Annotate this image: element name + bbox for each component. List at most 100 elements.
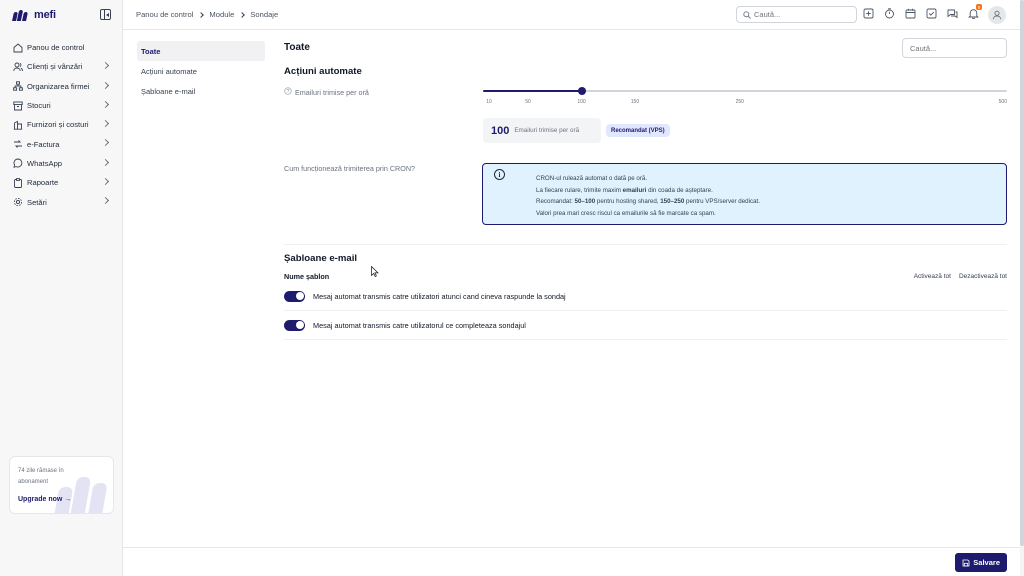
cron-help-label: Cum funcționează trimiterea prin CRON? — [284, 164, 416, 173]
calendar-icon[interactable] — [905, 8, 916, 19]
invoice-icon — [13, 139, 23, 149]
collapse-sidebar-icon[interactable] — [100, 9, 111, 20]
chat-icon — [13, 158, 23, 169]
help-circle-icon[interactable] — [284, 87, 292, 97]
sidebar-item-label: Panou de control — [27, 43, 85, 53]
breadcrumb-item[interactable]: Module — [209, 10, 234, 19]
breadcrumb-item[interactable]: Panou de control — [136, 10, 193, 19]
global-search[interactable] — [736, 6, 857, 23]
section-nav-sabloane-email[interactable]: Șabloane e-mail — [137, 81, 265, 101]
template-toggle[interactable] — [284, 290, 305, 302]
sidebar-item-clienti[interactable]: Clienți și vânzări — [0, 57, 122, 76]
info-line: La fiecare rulare, trimite maxim emailur… — [536, 186, 713, 194]
info-line: Recomandat: 50–100 pentru hosting shared… — [536, 198, 760, 206]
sidebar: mefi Panou de control Clienți și vânzări… — [0, 0, 123, 576]
recommended-badge: Recomandat (VPS) — [606, 124, 670, 137]
template-row: Mesaj automat transmis catre utilizatori… — [284, 282, 1007, 311]
scrollbar-thumb[interactable] — [1020, 0, 1024, 546]
breadcrumb-item-current: Sondaje — [250, 10, 279, 19]
slider-value: 100 — [491, 124, 510, 137]
logo-text: mefi — [34, 9, 56, 21]
slider-tick-label: 50 — [525, 99, 531, 105]
page-scrollbar[interactable] — [1020, 0, 1024, 576]
sidebar-item-label: Rapoarte — [27, 178, 59, 188]
sidebar-item-stocuri[interactable]: Stocuri — [0, 96, 122, 115]
emails-per-hour-slider[interactable] — [483, 87, 1007, 95]
section-nav-toate[interactable]: Toate — [137, 41, 265, 61]
bell-icon[interactable]: 0 — [968, 4, 982, 19]
slider-tick-label: 150 — [630, 99, 640, 105]
content-search[interactable] — [902, 38, 1007, 58]
chevron-right-icon — [198, 11, 205, 18]
home-icon — [13, 43, 23, 53]
slider-fill — [483, 90, 582, 92]
global-search-input[interactable] — [754, 10, 854, 19]
template-row: Mesaj automat transmis catre utilizatoru… — [284, 311, 1007, 340]
upgrade-link[interactable]: Upgrade now → — [18, 496, 71, 503]
chevron-right-icon — [101, 62, 110, 70]
subscription-days-text: 74 zile rămase în abonament — [18, 468, 64, 485]
subscription-promo-card: 74 zile rămase în abonament Upgrade now … — [9, 456, 114, 514]
section-nav-actiuni-automate[interactable]: Acțiuni automate — [137, 61, 265, 81]
checkbox-icon[interactable] — [926, 8, 937, 19]
sidebar-item-rapoarte[interactable]: Rapoarte — [0, 173, 122, 192]
info-line: Valori prea mari cresc riscul ca emailur… — [536, 210, 716, 218]
messages-icon[interactable] — [947, 8, 958, 19]
notification-badge: 0 — [976, 4, 982, 10]
upgrade-link-label: Upgrade now — [18, 496, 63, 503]
save-icon — [962, 559, 970, 566]
org-chart-icon — [13, 81, 23, 91]
logo-mark-icon — [12, 9, 31, 21]
slider-value-display: 100 Emailuri trimise per oră — [483, 118, 601, 143]
sidebar-item-whatsapp[interactable]: WhatsApp — [0, 154, 122, 173]
sidebar-item-panou-de-control[interactable]: Panou de control — [0, 38, 122, 57]
template-name: Mesaj automat transmis catre utilizatori… — [313, 291, 566, 301]
sidebar-item-label: Organizarea firmei — [27, 81, 90, 91]
sidebar-nav: Panou de control Clienți și vânzări Orga… — [0, 38, 122, 212]
sidebar-item-label: Clienți și vânzări — [27, 62, 83, 72]
slider-tick-labels: 10 50 100 150 250 500 — [483, 99, 1007, 107]
breadcrumb: Panou de control Module Sondaje — [136, 10, 278, 19]
deactivate-all-button[interactable]: Dezactivează tot — [959, 273, 1007, 280]
chevron-right-icon — [101, 158, 110, 166]
activate-all-button[interactable]: Activează tot — [914, 273, 951, 280]
user-icon — [992, 10, 1002, 20]
emails-per-hour-label-text: Emailuri trimise per oră — [295, 87, 369, 97]
building-icon — [13, 120, 23, 130]
bulk-actions: Activează tot Dezactivează tot — [914, 273, 1007, 280]
info-icon: i — [494, 169, 505, 180]
timer-icon[interactable] — [884, 8, 895, 19]
chevron-right-icon — [101, 100, 110, 108]
add-icon[interactable] — [863, 8, 874, 19]
emails-per-hour-label: Emailuri trimise per oră — [284, 87, 369, 97]
sidebar-item-e-factura[interactable]: e-Factura — [0, 134, 122, 153]
info-line: CRON-ul rulează automat o dată pe oră. — [536, 175, 648, 182]
sidebar-item-organizarea-firmei[interactable]: Organizarea firmei — [0, 77, 122, 96]
avatar[interactable] — [988, 6, 1006, 24]
template-toggle[interactable] — [284, 319, 305, 331]
logo[interactable]: mefi — [12, 9, 56, 21]
mouse-cursor-icon — [371, 266, 379, 277]
template-name-column-header: Nume șablon — [284, 272, 330, 281]
slider-tick-label: 10 — [486, 99, 492, 105]
chevron-right-icon — [101, 81, 110, 89]
clipboard-icon — [13, 177, 23, 188]
cron-info-text: CRON-ul rulează automat o dată pe oră. L… — [536, 173, 760, 220]
slider-tick-label: 100 — [577, 99, 586, 105]
arrow-right-icon: → — [64, 496, 72, 503]
save-button-label: Salvare — [973, 558, 1000, 567]
chevron-right-icon — [101, 178, 110, 186]
chevron-right-icon — [239, 11, 246, 18]
sidebar-item-label: Furnizori și costuri — [27, 120, 89, 130]
slider-thumb[interactable] — [577, 87, 586, 95]
save-button[interactable]: Salvare — [955, 553, 1007, 572]
sidebar-item-furnizori[interactable]: Furnizori și costuri — [0, 115, 122, 134]
box-icon — [13, 101, 23, 111]
gear-icon — [13, 197, 23, 207]
sidebar-item-setari[interactable]: Setări — [0, 192, 122, 211]
content-search-input[interactable] — [910, 43, 1000, 53]
section-nav: Toate Acțiuni automate Șabloane e-mail — [137, 41, 265, 101]
templates-section-title: Șabloane e-mail — [284, 253, 358, 264]
search-icon — [743, 6, 751, 24]
cron-info-box: i CRON-ul rulează automat o dată pe oră.… — [482, 163, 1007, 225]
